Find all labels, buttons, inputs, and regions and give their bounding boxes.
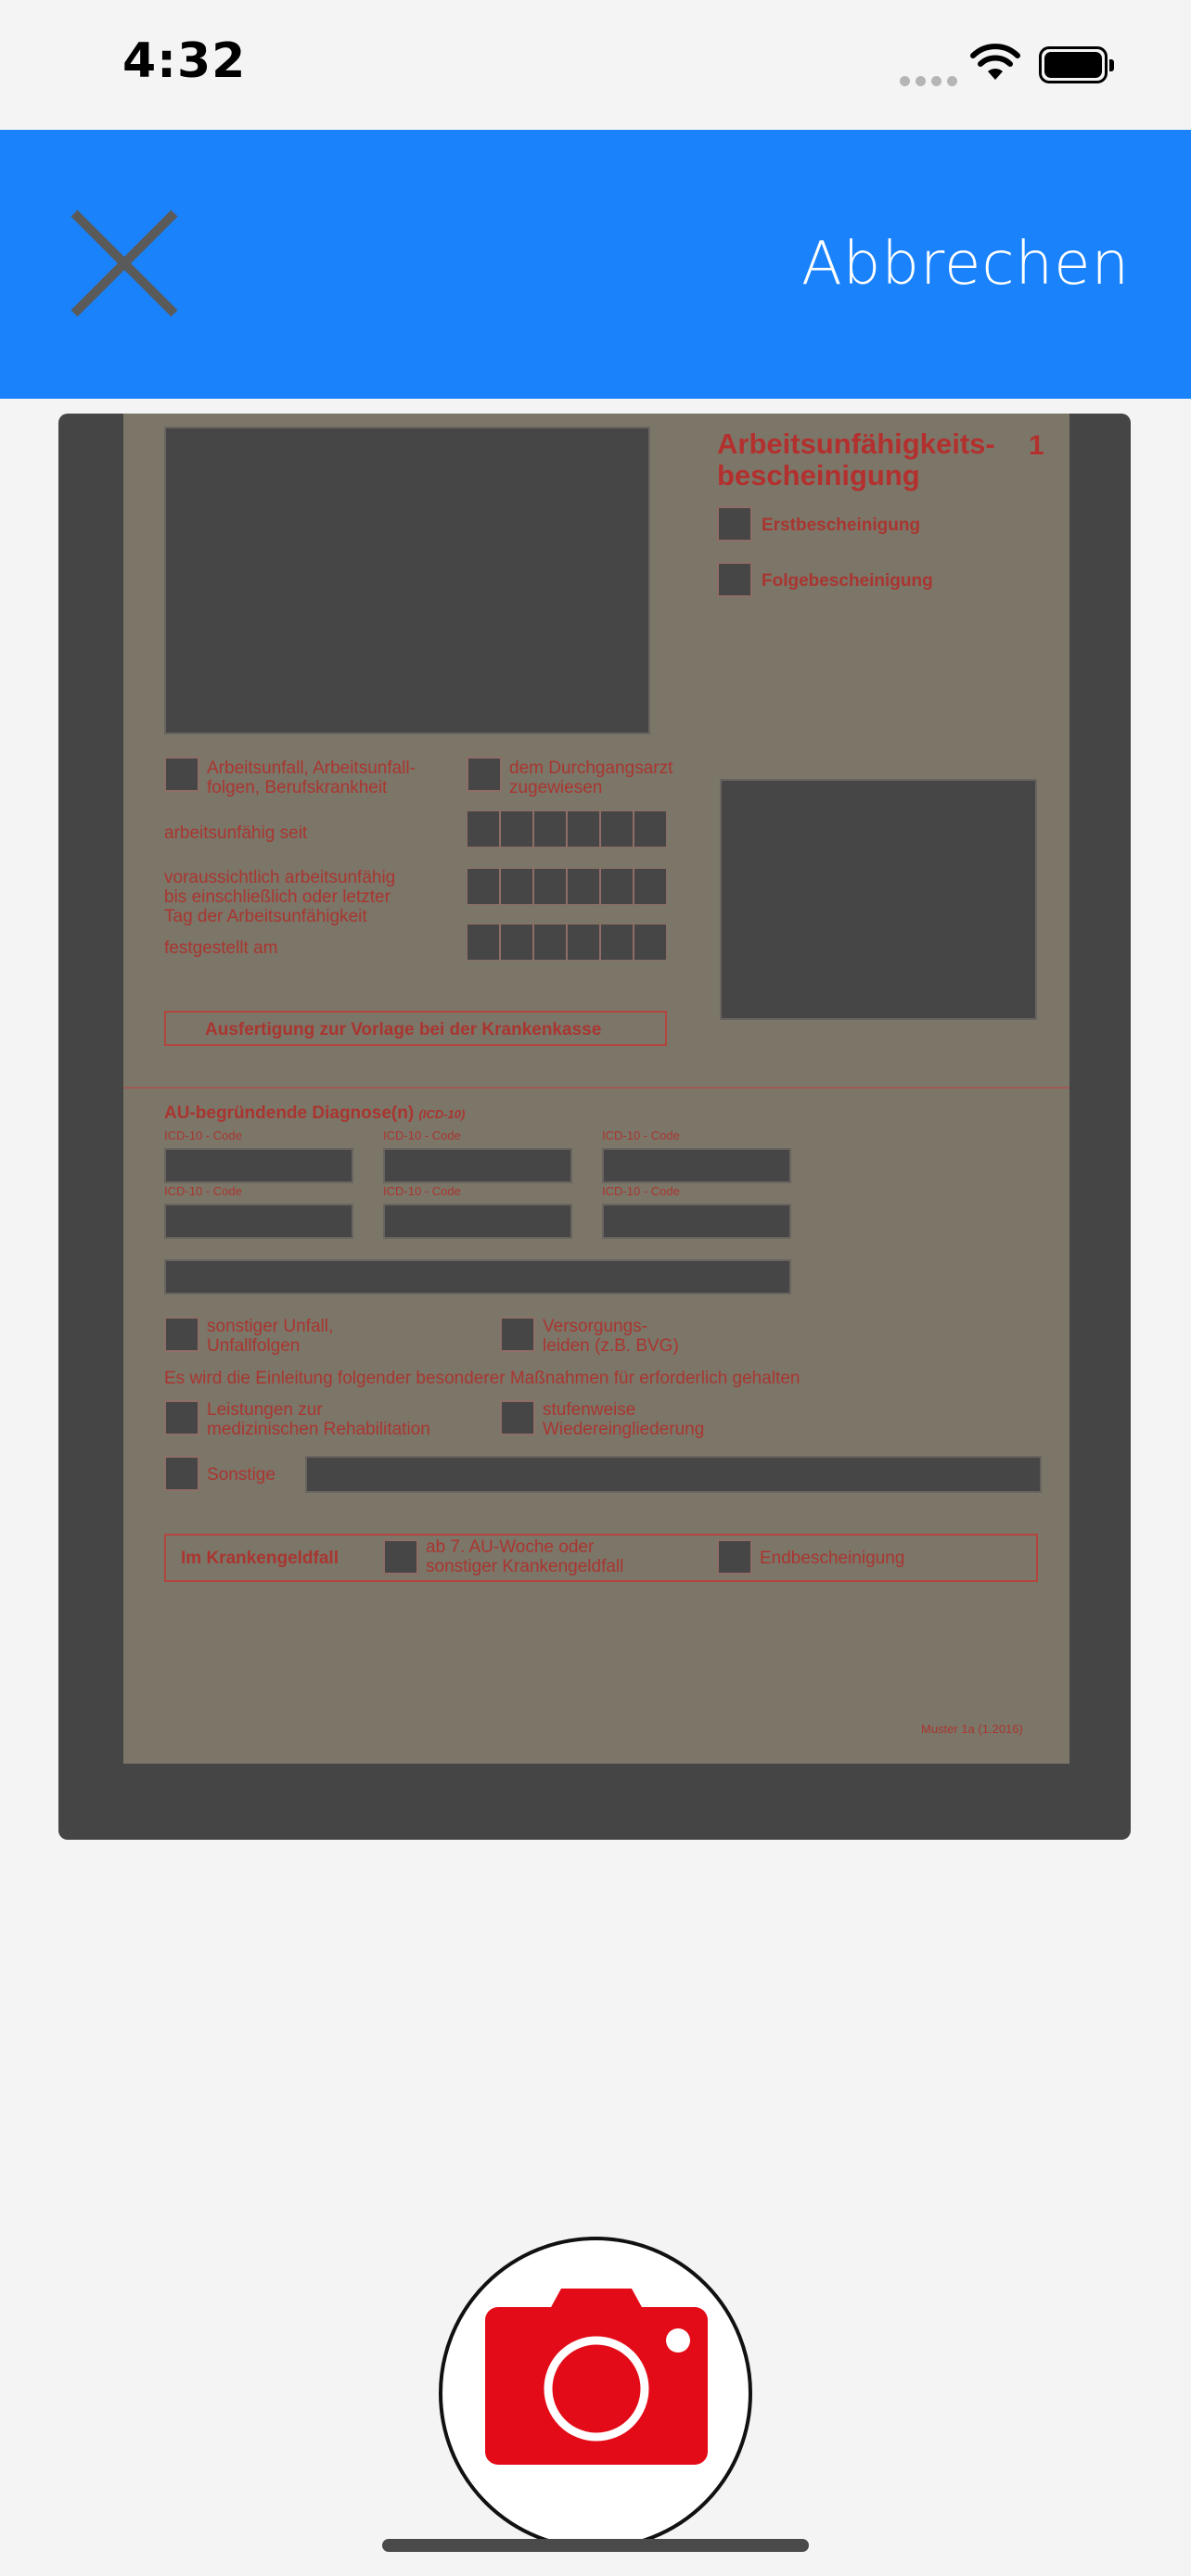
document-title: Arbeitsunfähigkeits- bescheinigung xyxy=(717,428,995,491)
label-erst: Erstbescheinigung xyxy=(762,516,921,535)
label-end: Endbescheinigung xyxy=(760,1549,905,1568)
checkbox-leistungen xyxy=(164,1400,199,1435)
label-versorgung: Versorgungs-leiden (z.B. BVG) xyxy=(543,1317,679,1356)
battery-icon xyxy=(1039,46,1114,83)
icd-field-3 xyxy=(602,1148,791,1183)
sonstige-field xyxy=(305,1456,1042,1493)
label-krankengeld: Im Krankengeldfall xyxy=(181,1549,339,1568)
document-title-line2: bescheinigung xyxy=(717,459,920,491)
cancel-button[interactable]: Abbrechen xyxy=(801,230,1130,299)
status-time: 4:32 xyxy=(122,33,247,89)
label-krankenkasse: Ausfertigung zur Vorlage bei der Kranken… xyxy=(205,1020,602,1039)
icd-label-4: ICD-10 - Code xyxy=(164,1184,242,1198)
label-festgestellt: festgestellt am xyxy=(164,938,278,958)
home-indicator xyxy=(382,2539,809,2552)
date-voraus xyxy=(467,868,667,905)
checkbox-versorgung xyxy=(500,1317,535,1352)
label-sonstiger-unfall: sonstiger Unfall, Unfallfolgen xyxy=(207,1317,334,1356)
icd-label-3: ICD-10 - Code xyxy=(602,1129,680,1142)
checkbox-stufen xyxy=(500,1400,535,1435)
diagnose-text-field xyxy=(164,1259,791,1294)
label-sonstige: Sonstige xyxy=(207,1465,275,1485)
icd-field-1 xyxy=(164,1148,353,1183)
checkbox-au-woche xyxy=(383,1539,418,1575)
document-number: 1 xyxy=(1029,430,1044,461)
icd-field-4 xyxy=(164,1204,353,1239)
checkbox-erst xyxy=(717,506,752,542)
label-massnahmen: Es wird die Einleitung folgender besonde… xyxy=(164,1369,800,1388)
label-folge: Folgebescheinigung xyxy=(762,571,933,591)
checkbox-sonstige xyxy=(164,1456,199,1491)
icd-field-6 xyxy=(602,1204,791,1239)
label-seit: arbeitsunfähig seit xyxy=(164,823,308,843)
label-stufen: stufenweise Wiedereingliederung xyxy=(543,1400,705,1439)
icd-field-2 xyxy=(383,1148,572,1183)
icd-label-6: ICD-10 - Code xyxy=(602,1184,680,1198)
icd-field-5 xyxy=(383,1204,572,1239)
wifi-icon xyxy=(970,44,1020,80)
icd-label-1: ICD-10 - Code xyxy=(164,1129,242,1142)
label-voraus: voraussichtlich arbeitsunfähig bis einsch… xyxy=(164,868,396,926)
label-durchgang: dem Durchgangsarzt zugewiesen xyxy=(509,759,673,797)
camera-icon xyxy=(485,2289,708,2465)
date-seit xyxy=(467,810,667,848)
camera-preview: Arbeitsunfähigkeits- bescheinigung 1 Ers… xyxy=(58,414,1131,1840)
status-bar: 4:32 xyxy=(0,0,1191,130)
label-unfall: Arbeitsunfall, Arbeitsunfall-folgen, Ber… xyxy=(207,759,416,797)
icd-label-2: ICD-10 - Code xyxy=(383,1129,461,1142)
capture-button[interactable] xyxy=(439,2237,752,2550)
patient-field xyxy=(164,427,650,734)
document-divider xyxy=(123,1087,1069,1089)
signal-icon xyxy=(900,74,963,91)
document-title-line1: Arbeitsunfähigkeits- xyxy=(717,427,995,460)
footer-code: Muster 1a (1.2016) xyxy=(921,1722,1023,1736)
checkbox-end xyxy=(717,1539,752,1575)
doctor-stamp-field xyxy=(720,779,1037,1020)
checkbox-folge xyxy=(717,562,752,597)
close-icon[interactable] xyxy=(67,206,182,321)
label-diagnose: AU-begründende Diagnose(n) (ICD-10) xyxy=(164,1103,466,1123)
icd-label-5: ICD-10 - Code xyxy=(383,1184,461,1198)
checkbox-unfall xyxy=(164,757,199,792)
scanned-document: Arbeitsunfähigkeits- bescheinigung 1 Ers… xyxy=(123,414,1069,1764)
label-au-woche: ab 7. AU-Woche oder sonstiger Krankengeld… xyxy=(426,1537,624,1576)
checkbox-sonstiger-unfall xyxy=(164,1317,199,1352)
date-festgestellt xyxy=(467,924,667,961)
checkbox-durchgang xyxy=(467,757,502,792)
label-leistungen: Leistungen zur medizinischen Rehabilitati… xyxy=(207,1400,430,1439)
